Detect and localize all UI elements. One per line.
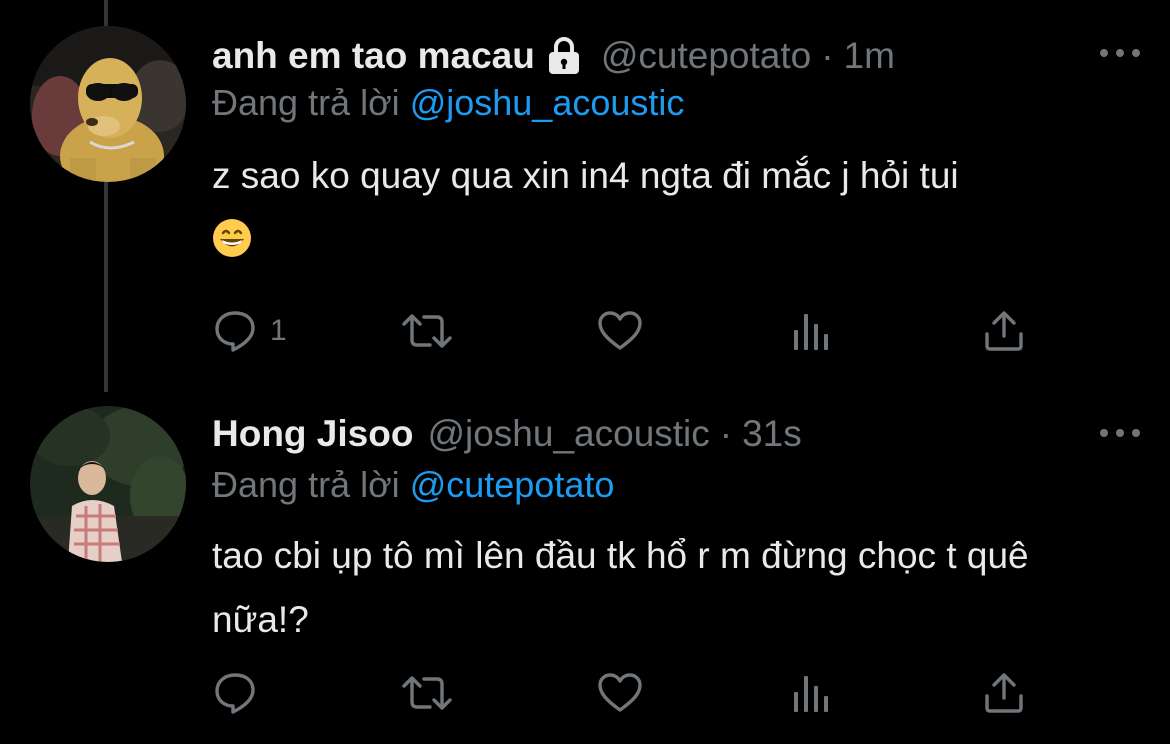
tweet-actions: 1 xyxy=(212,306,1042,356)
heart-icon xyxy=(598,311,642,350)
reply-button[interactable]: 1 xyxy=(212,306,287,356)
retweet-button[interactable] xyxy=(398,668,456,718)
more-options-icon[interactable] xyxy=(1100,426,1140,440)
timestamp[interactable]: 31s xyxy=(742,409,802,459)
analytics-button[interactable] xyxy=(790,306,830,356)
tweet[interactable]: anh em tao macau @cutepotato · 1m Đang t… xyxy=(0,0,1170,392)
share-button[interactable] xyxy=(982,306,1026,356)
retweet-button[interactable] xyxy=(398,306,456,356)
share-button[interactable] xyxy=(982,668,1026,718)
display-name[interactable]: Hong Jisoo xyxy=(212,409,413,459)
tweet[interactable]: Hong Jisoo @joshu_acoustic · 31s Đang tr… xyxy=(0,392,1170,744)
like-button[interactable] xyxy=(596,306,644,356)
reply-count: 1 xyxy=(270,314,287,347)
tweet-text-content: z sao ko quay qua xin in4 ngta đi mắc j … xyxy=(212,155,959,196)
separator-dot: · xyxy=(821,35,834,76)
reply-icon xyxy=(215,311,255,352)
retweet-icon xyxy=(402,314,452,348)
user-handle[interactable]: @joshu_acoustic xyxy=(427,409,709,459)
reply-icon xyxy=(215,673,255,714)
lock-icon xyxy=(548,37,579,74)
more-options-icon[interactable] xyxy=(1100,46,1140,60)
tweet-text-content: tao cbi ụp tô mì lên đầu tk hổ r m đừng … xyxy=(212,535,1029,640)
tweet-text: z sao ko quay qua xin in4 ngta đi mắc j … xyxy=(212,144,1132,272)
user-handle[interactable]: @cutepotato xyxy=(601,31,811,81)
tweet-header: Hong Jisoo @joshu_acoustic · 31s xyxy=(212,409,1050,459)
share-icon xyxy=(985,673,1023,713)
analytics-button[interactable] xyxy=(790,668,830,718)
like-button[interactable] xyxy=(596,668,644,718)
reply-mention-link[interactable]: @cutepotato xyxy=(410,464,615,505)
avatar-person-image xyxy=(30,406,186,562)
timestamp[interactable]: 1m xyxy=(844,31,895,81)
separator-dot: · xyxy=(719,413,733,454)
analytics-icon xyxy=(794,314,828,350)
retweet-icon xyxy=(402,676,452,710)
tweet-text: tao cbi ụp tô mì lên đầu tk hổ r m đừng … xyxy=(212,524,1132,652)
replying-to-label: Đang trả lời xyxy=(212,464,400,505)
heart-icon xyxy=(598,673,642,712)
replying-to-label: Đang trả lời xyxy=(212,82,400,123)
replying-to: Đang trả lời @joshu_acoustic xyxy=(212,80,684,126)
avatar-dog-image xyxy=(30,26,186,182)
analytics-icon xyxy=(794,676,828,712)
tweet-header: anh em tao macau @cutepotato · 1m xyxy=(212,31,1050,81)
grinning-face-emoji-icon xyxy=(213,219,251,257)
reply-button[interactable] xyxy=(212,668,270,718)
tweet-actions xyxy=(212,668,1042,718)
share-icon xyxy=(985,311,1023,351)
avatar[interactable] xyxy=(30,26,186,182)
display-name[interactable]: anh em tao macau xyxy=(212,31,535,81)
avatar[interactable] xyxy=(30,406,186,562)
reply-mention-link[interactable]: @joshu_acoustic xyxy=(410,82,685,123)
replying-to: Đang trả lời @cutepotato xyxy=(212,462,614,508)
